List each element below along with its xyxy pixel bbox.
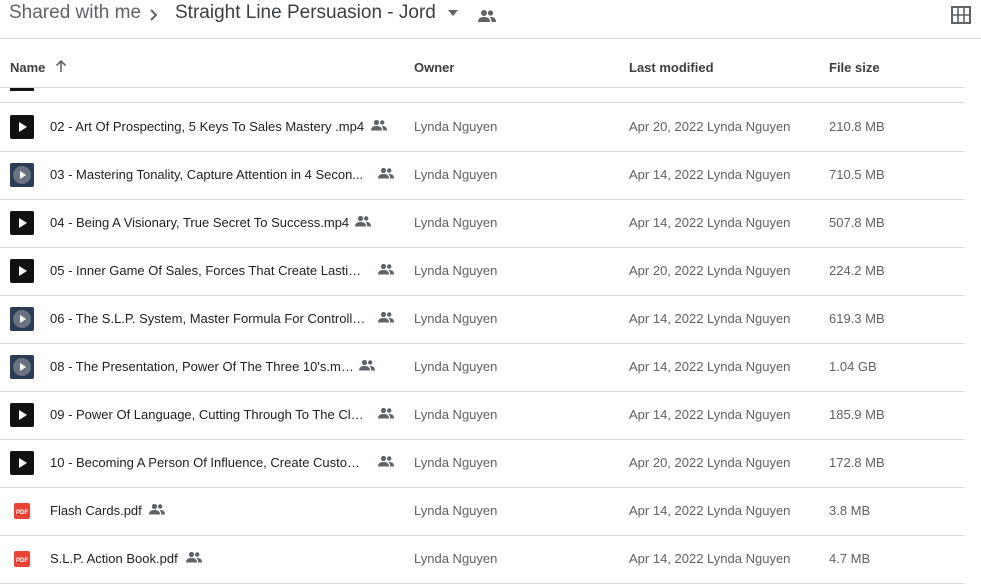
file-last-modified: Apr 14, 2022 Lynda Nguyen xyxy=(629,311,791,326)
file-row[interactable]: 10 - Becoming A Person Of Influence, Cre… xyxy=(0,439,965,488)
file-name[interactable]: 05 - Inner Game Of Sales, Forces That Cr… xyxy=(50,263,368,278)
file-last-modified: Apr 14, 2022 Lynda Nguyen xyxy=(629,407,791,422)
video-thumbnail-icon xyxy=(10,307,34,331)
file-size: 172.8 MB xyxy=(829,455,885,470)
shared-people-icon[interactable] xyxy=(478,9,496,23)
shared-people-icon xyxy=(378,311,394,323)
video-play-icon xyxy=(10,451,34,475)
video-thumbnail-icon xyxy=(10,163,34,187)
file-last-modified: Apr 20, 2022 Lynda Nguyen xyxy=(629,119,791,134)
file-name[interactable]: 09 - Power Of Language, Cutting Through … xyxy=(50,407,370,422)
caret-down-icon[interactable] xyxy=(447,9,459,17)
file-row[interactable]: 09 - Power Of Language, Cutting Through … xyxy=(0,391,965,440)
file-size: 3.8 MB xyxy=(829,503,871,518)
file-row[interactable]: 04 - Being A Visionary, True Secret To S… xyxy=(0,199,965,248)
breadcrumb-shared-with-me[interactable]: Shared with me xyxy=(9,2,141,24)
partial-file-icon xyxy=(10,88,34,91)
file-owner: Lynda Nguyen xyxy=(414,119,498,134)
file-owner: Lynda Nguyen xyxy=(414,455,498,470)
file-row[interactable]: 08 - The Presentation, Power Of The Thre… xyxy=(0,343,965,392)
shared-people-icon xyxy=(355,215,371,227)
file-name[interactable]: 08 - The Presentation, Power Of The Thre… xyxy=(50,359,355,374)
file-owner: Lynda Nguyen xyxy=(414,551,498,566)
file-name[interactable]: S.L.P. Action Book.pdf xyxy=(50,551,180,566)
file-owner: Lynda Nguyen xyxy=(414,167,498,182)
file-name[interactable]: 02 - Art Of Prospecting, 5 Keys To Sales… xyxy=(50,119,370,134)
video-play-icon xyxy=(10,403,34,427)
file-size: 210.8 MB xyxy=(829,119,885,134)
file-last-modified: Apr 14, 2022 Lynda Nguyen xyxy=(629,503,791,518)
file-size: 710.5 MB xyxy=(829,167,885,182)
file-last-modified: Apr 14, 2022 Lynda Nguyen xyxy=(629,359,791,374)
file-row[interactable]: 06 - The S.L.P. System, Master Formula F… xyxy=(0,295,965,344)
file-size: 224.2 MB xyxy=(829,263,885,278)
file-row[interactable]: PDF Flash Cards.pdf Lynda Nguyen Apr 14, 20… xyxy=(0,487,965,536)
chevron-right-icon xyxy=(150,9,158,21)
file-size: 507.8 MB xyxy=(829,215,885,230)
breadcrumb-bar: Shared with me Straight Line Persuasion … xyxy=(0,0,981,39)
column-file-size[interactable]: File size xyxy=(829,60,880,75)
file-row[interactable]: 05 - Inner Game Of Sales, Forces That Cr… xyxy=(0,247,965,296)
file-owner: Lynda Nguyen xyxy=(414,503,498,518)
shared-people-icon xyxy=(149,503,165,515)
file-size: 1.04 GB xyxy=(829,359,877,374)
file-name[interactable]: Flash Cards.pdf xyxy=(50,503,145,518)
file-last-modified: Apr 20, 2022 Lynda Nguyen xyxy=(629,263,791,278)
file-row[interactable]: 03 - Mastering Tonality, Capture Attenti… xyxy=(0,151,965,200)
pdf-badge-text: PDF xyxy=(16,510,28,516)
file-name[interactable]: 06 - The S.L.P. System, Master Formula F… xyxy=(50,311,368,326)
file-row[interactable]: 02 - Art Of Prospecting, 5 Keys To Sales… xyxy=(0,103,965,152)
pdf-badge-text: PDF xyxy=(16,558,28,564)
shared-people-icon xyxy=(378,167,394,179)
column-name[interactable]: Name xyxy=(10,60,45,75)
video-play-icon xyxy=(10,211,34,235)
file-last-modified: Apr 14, 2022 Lynda Nguyen xyxy=(629,215,791,230)
video-thumbnail-icon xyxy=(10,355,34,379)
shared-people-icon xyxy=(378,455,394,467)
shared-people-icon xyxy=(186,551,202,563)
file-last-modified: Apr 20, 2022 Lynda Nguyen xyxy=(629,455,791,470)
file-owner: Lynda Nguyen xyxy=(414,359,498,374)
file-owner: Lynda Nguyen xyxy=(414,263,498,278)
shared-people-icon xyxy=(378,263,394,275)
column-header-row: Name Owner Last modified File size xyxy=(0,39,965,88)
file-name[interactable]: 04 - Being A Visionary, True Secret To S… xyxy=(50,215,352,230)
file-owner: Lynda Nguyen xyxy=(414,407,498,422)
file-name[interactable]: 10 - Becoming A Person Of Influence, Cre… xyxy=(50,455,368,470)
shared-people-icon xyxy=(371,119,387,131)
sort-ascending-icon[interactable] xyxy=(55,59,67,73)
shared-people-icon xyxy=(378,407,394,419)
file-last-modified: Apr 14, 2022 Lynda Nguyen xyxy=(629,551,791,566)
file-row[interactable]: PDF S.L.P. Action Book.pdf Lynda Nguyen Apr… xyxy=(0,535,965,584)
file-size: 4.7 MB xyxy=(829,551,871,566)
pdf-icon: PDF xyxy=(14,551,30,567)
file-owner: Lynda Nguyen xyxy=(414,215,498,230)
file-size: 619.3 MB xyxy=(829,311,885,326)
file-owner: Lynda Nguyen xyxy=(414,311,498,326)
shared-people-icon xyxy=(359,359,375,371)
breadcrumb-current-folder[interactable]: Straight Line Persuasion - Jord... xyxy=(175,2,437,24)
file-size: 185.9 MB xyxy=(829,407,885,422)
video-play-icon xyxy=(10,115,34,139)
grid-view-icon[interactable] xyxy=(951,6,971,24)
file-last-modified: Apr 14, 2022 Lynda Nguyen xyxy=(629,167,791,182)
column-owner[interactable]: Owner xyxy=(414,60,454,75)
column-last-modified[interactable]: Last modified xyxy=(629,60,714,75)
video-play-icon xyxy=(10,259,34,283)
file-name[interactable]: 03 - Mastering Tonality, Capture Attenti… xyxy=(50,167,364,182)
pdf-icon: PDF xyxy=(14,503,30,519)
